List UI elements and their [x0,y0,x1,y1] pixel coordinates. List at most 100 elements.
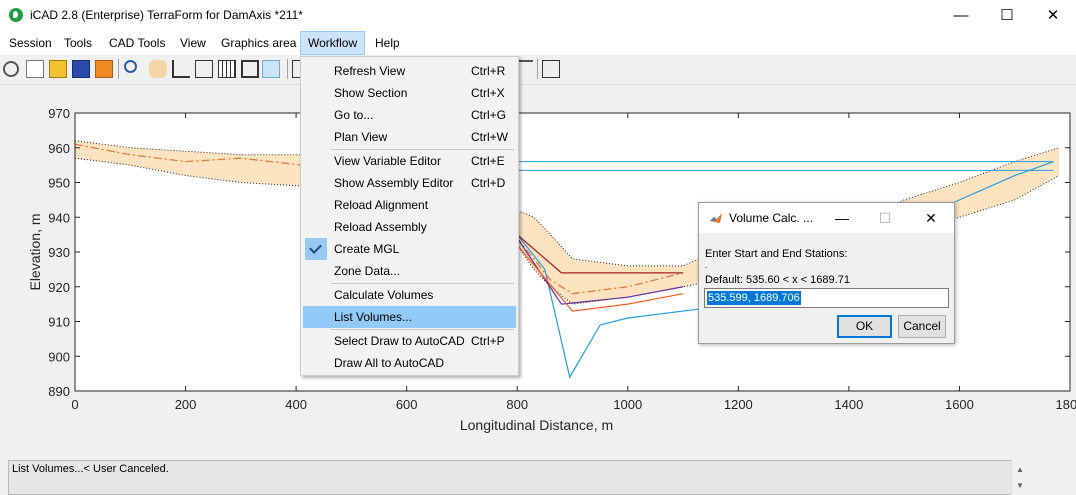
app-logo-icon [9,8,23,22]
y-tick-label: 930 [48,245,70,260]
x-tick-label: 1200 [724,397,753,412]
grid-icon[interactable] [218,60,236,78]
y-tick-label: 950 [48,176,70,191]
x-tick-label: 1600 [945,397,974,412]
pick-point-icon[interactable] [172,60,190,78]
edit-icon[interactable] [262,60,280,78]
dialog-prompt: Enter Start and End Stations: [705,248,848,260]
settings-icon[interactable] [3,61,19,77]
menu-tools[interactable]: Tools [57,31,99,55]
y-tick-label: 890 [48,384,70,399]
menu-item-list-volumes[interactable]: List Volumes... [303,306,516,328]
menu-view[interactable]: View [173,31,213,55]
close-button[interactable]: ✕ [1030,0,1076,31]
menu-help[interactable]: Help [368,31,407,55]
panel-icon[interactable] [542,60,560,78]
y-tick-label: 920 [48,280,70,295]
menu-item-select-draw-autocad[interactable]: Select Draw to AutoCAD Ctrl+P [303,330,516,352]
x-tick-label: 1400 [834,397,863,412]
dialog-close-button[interactable]: ✕ [911,203,951,233]
y-tick-label: 960 [48,141,70,156]
menu-item-shortcut: Ctrl+P [471,334,505,348]
menu-item-view-variable-editor[interactable]: View Variable Editor Ctrl+E [303,150,516,172]
menu-item-label: Reload Alignment [334,198,429,212]
cancel-button[interactable]: Cancel [898,315,946,338]
menu-item-plan-view[interactable]: Plan View Ctrl+W [303,126,516,148]
y-tick-label: 940 [48,210,70,225]
x-axis-label: Longitudinal Distance, m [460,417,613,433]
workflow-menu: Refresh View Ctrl+R Show Section Ctrl+X Go… [300,56,519,376]
maximize-button[interactable]: ☐ [984,0,1030,31]
menu-item-label: Create MGL [334,242,400,256]
menu-item-shortcut: Ctrl+W [471,130,508,144]
dialog-title: Volume Calc. ... [729,211,814,225]
menu-item-label: Zone Data... [334,264,401,278]
toolbar-separator [287,59,288,79]
scale-1to1-icon[interactable] [195,60,213,78]
y-tick-label: 910 [48,315,70,330]
menu-item-label: Show Section [334,86,408,100]
menu-item-label: Plan View [334,130,388,144]
menu-item-shortcut: Ctrl+X [471,86,505,100]
menu-workflow[interactable]: Workflow [300,31,366,55]
menu-item-create-mgl[interactable]: Create MGL [303,238,516,260]
new-document-icon[interactable] [26,60,44,78]
x-tick-label: 400 [285,397,307,412]
menu-item-shortcut: Ctrl+E [471,154,505,168]
minimize-button[interactable]: — [938,0,984,31]
zoom-extents-icon[interactable] [241,60,259,78]
menu-session[interactable]: Session [2,31,59,55]
scroll-up-icon[interactable]: ▲ [1014,463,1026,477]
stations-input-value: 535.599, 1689.706 [707,291,801,305]
menu-graphics-area[interactable]: Graphics area [214,31,303,55]
volume-calc-dialog: Volume Calc. ... — ☐ ✕ Enter Start and E… [698,202,955,344]
menu-item-draw-all-autocad[interactable]: Draw All to AutoCAD [303,352,516,374]
x-tick-label: 1000 [613,397,642,412]
delete-icon[interactable] [95,60,113,78]
menu-item-reload-assembly[interactable]: Reload Assembly [303,216,516,238]
open-folder-icon[interactable] [49,60,67,78]
status-scrollbar[interactable]: ▲ ▼ [1011,460,1028,495]
dialog-maximize-button: ☐ [878,210,892,226]
save-icon[interactable] [72,60,90,78]
x-tick-label: 1800 [1056,397,1076,412]
x-tick-label: 800 [506,397,528,412]
toolbar [0,55,1076,85]
menu-item-label: List Volumes... [334,310,413,324]
toolbar-separator [118,59,119,79]
window-title: iCAD 2.8 (Enterprise) TerraForm for DamA… [30,8,303,22]
status-log: List Volumes...< User Canceled. [8,460,1028,495]
menu-bar: Session Tools CAD Tools View Graphics ar… [0,31,1076,55]
dialog-dot: . [705,261,708,270]
zoom-icon[interactable] [124,60,137,73]
menu-item-refresh-view[interactable]: Refresh View Ctrl+R [303,60,516,82]
menu-item-shortcut: Ctrl+R [471,64,506,78]
menu-item-label: Reload Assembly [334,220,427,234]
ok-button[interactable]: OK [837,315,892,338]
x-tick-label: 0 [71,397,78,412]
menu-item-show-assembly-editor[interactable]: Show Assembly Editor Ctrl+D [303,172,516,194]
menu-item-reload-alignment[interactable]: Reload Alignment [303,194,516,216]
x-tick-label: 600 [396,397,418,412]
menu-item-label: Calculate Volumes [334,288,434,302]
dialog-minimize-button[interactable]: — [822,203,862,233]
menu-cad-tools[interactable]: CAD Tools [102,31,172,55]
title-bar: iCAD 2.8 (Enterprise) TerraForm for DamA… [0,0,1076,31]
menu-item-zone-data[interactable]: Zone Data... [303,260,516,282]
dialog-default-text: Default: 535.60 < x < 1689.71 [705,274,850,286]
menu-item-label: Refresh View [334,64,406,78]
y-tick-label: 900 [48,349,70,364]
menu-item-calculate-volumes[interactable]: Calculate Volumes [303,284,516,306]
matlab-icon [710,213,722,223]
stations-input[interactable]: 535.599, 1689.706 [704,288,949,308]
pan-hand-icon[interactable] [149,60,167,78]
menu-item-label: Select Draw to AutoCAD [334,334,465,348]
menu-item-label: Show Assembly Editor [334,176,454,190]
menu-item-show-section[interactable]: Show Section Ctrl+X [303,82,516,104]
menu-item-shortcut: Ctrl+D [471,176,506,190]
status-text: List Volumes...< User Canceled. [12,463,169,475]
menu-item-go-to[interactable]: Go to... Ctrl+G [303,104,516,126]
y-axis-label: Elevation, m [27,213,43,290]
toolbar-separator [537,59,538,79]
scroll-down-icon[interactable]: ▼ [1014,479,1026,493]
